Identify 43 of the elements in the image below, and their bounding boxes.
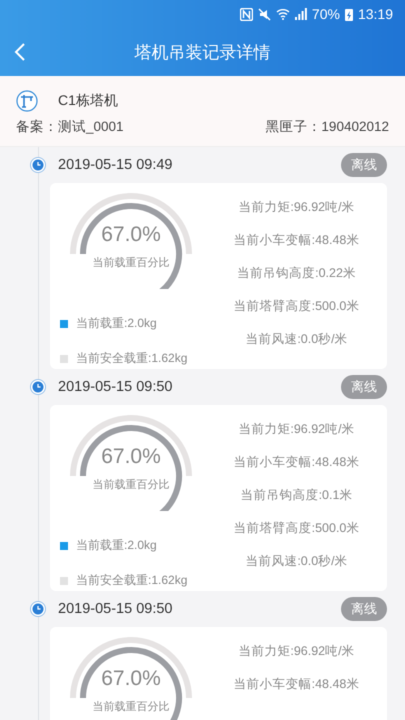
recorder-number: 黑匣子：190402012	[265, 118, 389, 136]
metric-text: 当前力矩:96.92吨/米	[238, 421, 355, 438]
metric-text: 当前吊钩高度:0.22米	[237, 265, 356, 282]
page-title: 塔机吊装记录详情	[134, 42, 270, 64]
legend-text: 当前安全载重:1.62kg	[76, 350, 188, 367]
metric-text: 当前小车变幅:48.48米	[234, 232, 360, 249]
record-time: 2019-05-15 09:50	[58, 601, 172, 617]
gauge-value: 67.0%	[100, 667, 162, 691]
metric-text: 当前风速:0.0秒/米	[245, 553, 348, 570]
battery-icon	[344, 8, 353, 20]
nfc-icon	[240, 8, 253, 20]
clock-icon	[30, 379, 46, 395]
legend-text: 当前安全载重:1.62kg	[76, 572, 188, 589]
status-badge: 离线	[341, 375, 387, 399]
metric-text: 当前力矩:96.92吨/米	[238, 643, 355, 660]
metric-text: 当前小车变幅:48.48米	[234, 454, 360, 471]
clock-icon	[30, 157, 46, 173]
signal-icon	[294, 8, 307, 20]
gauge-value: 67.0%	[100, 445, 162, 469]
record-time: 2019-05-15 09:49	[58, 157, 172, 173]
metric-text: 当前塔臂高度:500.0米	[234, 298, 360, 315]
status-badge: 离线	[341, 597, 387, 621]
record-number: 备案：测试_0001	[16, 118, 124, 136]
clock-icon	[30, 601, 46, 617]
wifi-icon	[276, 8, 290, 20]
clock-time: 13:19	[358, 6, 393, 22]
gauge-value: 67.0%	[100, 223, 162, 247]
metric-text: 当前塔臂高度:500.0米	[234, 520, 360, 537]
battery-percent: 70%	[312, 6, 340, 22]
gauge-label: 当前载重百分比	[92, 700, 170, 714]
mute-icon	[258, 8, 271, 20]
metric-text: 当前吊钩高度:0.1米	[240, 487, 352, 504]
legend-text: 当前载重:2.0kg	[76, 537, 157, 554]
metric-text: 当前力矩:96.92吨/米	[238, 199, 355, 216]
record-time: 2019-05-15 09:50	[58, 379, 172, 395]
metric-text: 当前小车变幅:48.48米	[234, 676, 360, 693]
metric-text: 当前风速:0.0秒/米	[245, 331, 348, 348]
gauge-label: 当前载重百分比	[92, 478, 170, 492]
crane-name: C1栋塔机	[58, 92, 118, 110]
gauge-label: 当前载重百分比	[92, 256, 170, 270]
crane-icon	[16, 90, 38, 112]
legend-text: 当前载重:2.0kg	[76, 315, 157, 332]
status-badge: 离线	[341, 153, 387, 177]
